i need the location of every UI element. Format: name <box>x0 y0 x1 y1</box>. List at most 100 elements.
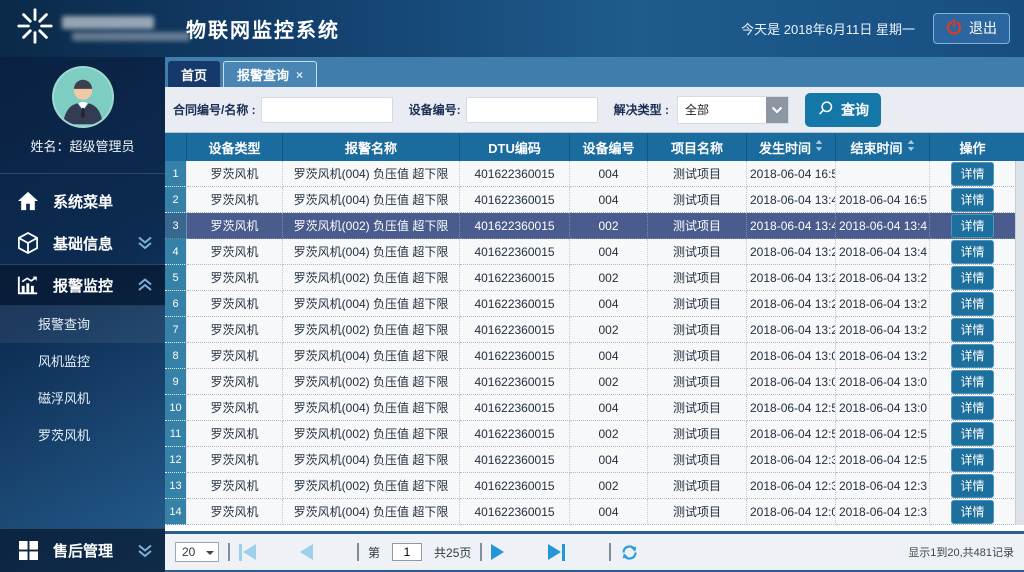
grid-icon <box>16 541 40 560</box>
page-number-input[interactable] <box>392 543 422 561</box>
sidebar: 姓名：超级管理员 系统菜单 基础信息 <box>0 57 165 572</box>
last-page-button[interactable] <box>548 544 565 561</box>
chevron-down-icon[interactable] <box>766 97 788 123</box>
detail-button[interactable]: 详情 <box>951 344 993 368</box>
table-row[interactable]: 3 罗茨风机 罗茨风机(002) 负压值 超下限 401622360015 00… <box>165 213 1024 239</box>
sort-arrows-icon[interactable] <box>907 139 915 155</box>
cell-alarm-name: 罗茨风机(002) 负压值 超下限 <box>283 421 460 447</box>
chevron-double-down-icon <box>137 544 153 558</box>
tab-label: 报警查询 <box>237 65 289 84</box>
table-row[interactable]: 13 罗茨风机 罗茨风机(002) 负压值 超下限 401622360015 0… <box>165 473 1024 499</box>
detail-button[interactable]: 详情 <box>951 240 993 264</box>
detail-button[interactable]: 详情 <box>951 162 993 186</box>
cell-project-name: 测试项目 <box>648 291 747 317</box>
detail-button[interactable]: 详情 <box>951 370 993 394</box>
cell-start-time: 2018-06-04 12:3 <box>747 447 836 473</box>
cell-start-time: 2018-06-04 13:4 <box>747 213 836 239</box>
cell-device-type: 罗茨风机 <box>187 447 283 473</box>
sidebar-item-after-sales[interactable]: 售后管理 <box>0 528 165 572</box>
table-row[interactable]: 9 罗茨风机 罗茨风机(002) 负压值 超下限 401622360015 00… <box>165 369 1024 395</box>
header-end-time[interactable]: 结束时间 <box>836 133 930 161</box>
detail-button[interactable]: 详情 <box>951 266 993 290</box>
cell-device-no: 004 <box>570 343 648 369</box>
cell-operation: 详情 <box>930 161 1024 187</box>
detail-button[interactable]: 详情 <box>951 188 993 212</box>
detail-button[interactable]: 详情 <box>951 474 993 498</box>
first-page-button[interactable] <box>239 544 256 561</box>
user-avatar <box>52 66 114 128</box>
cell-alarm-name: 罗茨风机(004) 负压值 超下限 <box>283 187 460 213</box>
header-label: 发生时间 <box>759 138 811 157</box>
table-scrollbar[interactable] <box>1015 161 1024 525</box>
prev-page-button[interactable] <box>300 544 313 560</box>
row-number: 7 <box>165 317 187 343</box>
table-row[interactable]: 8 罗茨风机 罗茨风机(004) 负压值 超下限 401622360015 00… <box>165 343 1024 369</box>
detail-button[interactable]: 详情 <box>951 422 993 446</box>
header-start-time[interactable]: 发生时间 <box>747 133 836 161</box>
header-label: 结束时间 <box>850 138 902 157</box>
device-no-label: 设备编号: <box>409 101 461 118</box>
row-number: 5 <box>165 265 187 291</box>
contract-label: 合同编号/名称 : <box>173 101 256 118</box>
detail-button[interactable]: 详情 <box>951 318 993 342</box>
table-row[interactable]: 4 罗茨风机 罗茨风机(004) 负压值 超下限 401622360015 00… <box>165 239 1024 265</box>
cell-end-time: 2018-06-04 13:2 <box>836 343 930 369</box>
device-no-input[interactable] <box>466 97 598 123</box>
cell-device-no: 004 <box>570 395 648 421</box>
refresh-icon[interactable] <box>620 543 639 562</box>
detail-button[interactable]: 详情 <box>951 396 993 420</box>
cell-device-type: 罗茨风机 <box>187 343 283 369</box>
page-prefix-label: 第 <box>368 544 380 561</box>
sidebar-item-basic-info[interactable]: 基础信息 <box>0 222 165 264</box>
cell-device-no: 002 <box>570 265 648 291</box>
table-row[interactable]: 1 罗茨风机 罗茨风机(004) 负压值 超下限 401622360015 00… <box>165 161 1024 187</box>
sidebar-item-label: 系统菜单 <box>53 191 113 212</box>
table-row[interactable]: 11 罗茨风机 罗茨风机(002) 负压值 超下限 401622360015 0… <box>165 421 1024 447</box>
detail-button[interactable]: 详情 <box>951 448 993 472</box>
table-row[interactable]: 5 罗茨风机 罗茨风机(002) 负压值 超下限 401622360015 00… <box>165 265 1024 291</box>
next-page-button[interactable] <box>491 544 504 560</box>
page-size-select[interactable]: 20 <box>175 542 219 562</box>
contract-input[interactable] <box>261 97 393 123</box>
cell-dtu-code: 401622360015 <box>460 499 570 525</box>
cell-start-time: 2018-06-04 16:5 <box>747 161 836 187</box>
cell-start-time: 2018-06-04 13:0 <box>747 369 836 395</box>
submenu-item-maglev-fan[interactable]: 磁浮风机 <box>0 380 165 417</box>
submenu-item-alarm-query[interactable]: 报警查询 <box>0 306 165 343</box>
solve-type-value: 全部 <box>678 101 766 118</box>
logout-button[interactable]: 退出 <box>933 13 1010 44</box>
tab-alarm-query[interactable]: 报警查询 × <box>223 61 317 87</box>
table-row[interactable]: 12 罗茨风机 罗茨风机(004) 负压值 超下限 401622360015 0… <box>165 447 1024 473</box>
submenu-item-fan-monitor[interactable]: 风机监控 <box>0 343 165 380</box>
detail-button[interactable]: 详情 <box>951 292 993 316</box>
table-row[interactable]: 10 罗茨风机 罗茨风机(004) 负压值 超下限 401622360015 0… <box>165 395 1024 421</box>
table-row[interactable]: 14 罗茨风机 罗茨风机(004) 负压值 超下限 401622360015 0… <box>165 499 1024 525</box>
cell-operation: 详情 <box>930 187 1024 213</box>
cell-start-time: 2018-06-04 13:2 <box>747 265 836 291</box>
tab-bar: 首页 报警查询 × <box>165 57 1024 87</box>
table-row[interactable]: 6 罗茨风机 罗茨风机(004) 负压值 超下限 401622360015 00… <box>165 291 1024 317</box>
cell-operation: 详情 <box>930 369 1024 395</box>
submenu-item-roots-fan[interactable]: 罗茨风机 <box>0 417 165 454</box>
cell-end-time: 2018-06-04 16:5 <box>836 187 930 213</box>
sidebar-item-system-menu[interactable]: 系统菜单 <box>0 180 165 222</box>
solve-type-select[interactable]: 全部 <box>677 96 789 124</box>
row-number: 14 <box>165 499 187 525</box>
table-row[interactable]: 7 罗茨风机 罗茨风机(002) 负压值 超下限 401622360015 00… <box>165 317 1024 343</box>
sidebar-item-alarm-monitor[interactable]: 报警监控 <box>0 264 165 306</box>
cell-end-time: 2018-06-04 13:0 <box>836 395 930 421</box>
tab-home[interactable]: 首页 <box>168 61 220 87</box>
cell-operation: 详情 <box>930 265 1024 291</box>
detail-button[interactable]: 详情 <box>951 500 993 524</box>
table-row[interactable]: 2 罗茨风机 罗茨风机(004) 负压值 超下限 401622360015 00… <box>165 187 1024 213</box>
cell-project-name: 测试项目 <box>648 187 747 213</box>
row-number: 13 <box>165 473 187 499</box>
sidebar-divider <box>0 173 165 174</box>
cell-project-name: 测试项目 <box>648 213 747 239</box>
sort-arrows-icon[interactable] <box>815 139 823 155</box>
main-content: 首页 报警查询 × 合同编号/名称 : 设备编号: 解决类型 : 全部 <box>165 57 1024 572</box>
detail-button[interactable]: 详情 <box>951 214 993 238</box>
cell-alarm-name: 罗茨风机(004) 负压值 超下限 <box>283 291 460 317</box>
close-tab-icon[interactable]: × <box>296 68 303 82</box>
query-button[interactable]: 查询 <box>805 93 881 127</box>
